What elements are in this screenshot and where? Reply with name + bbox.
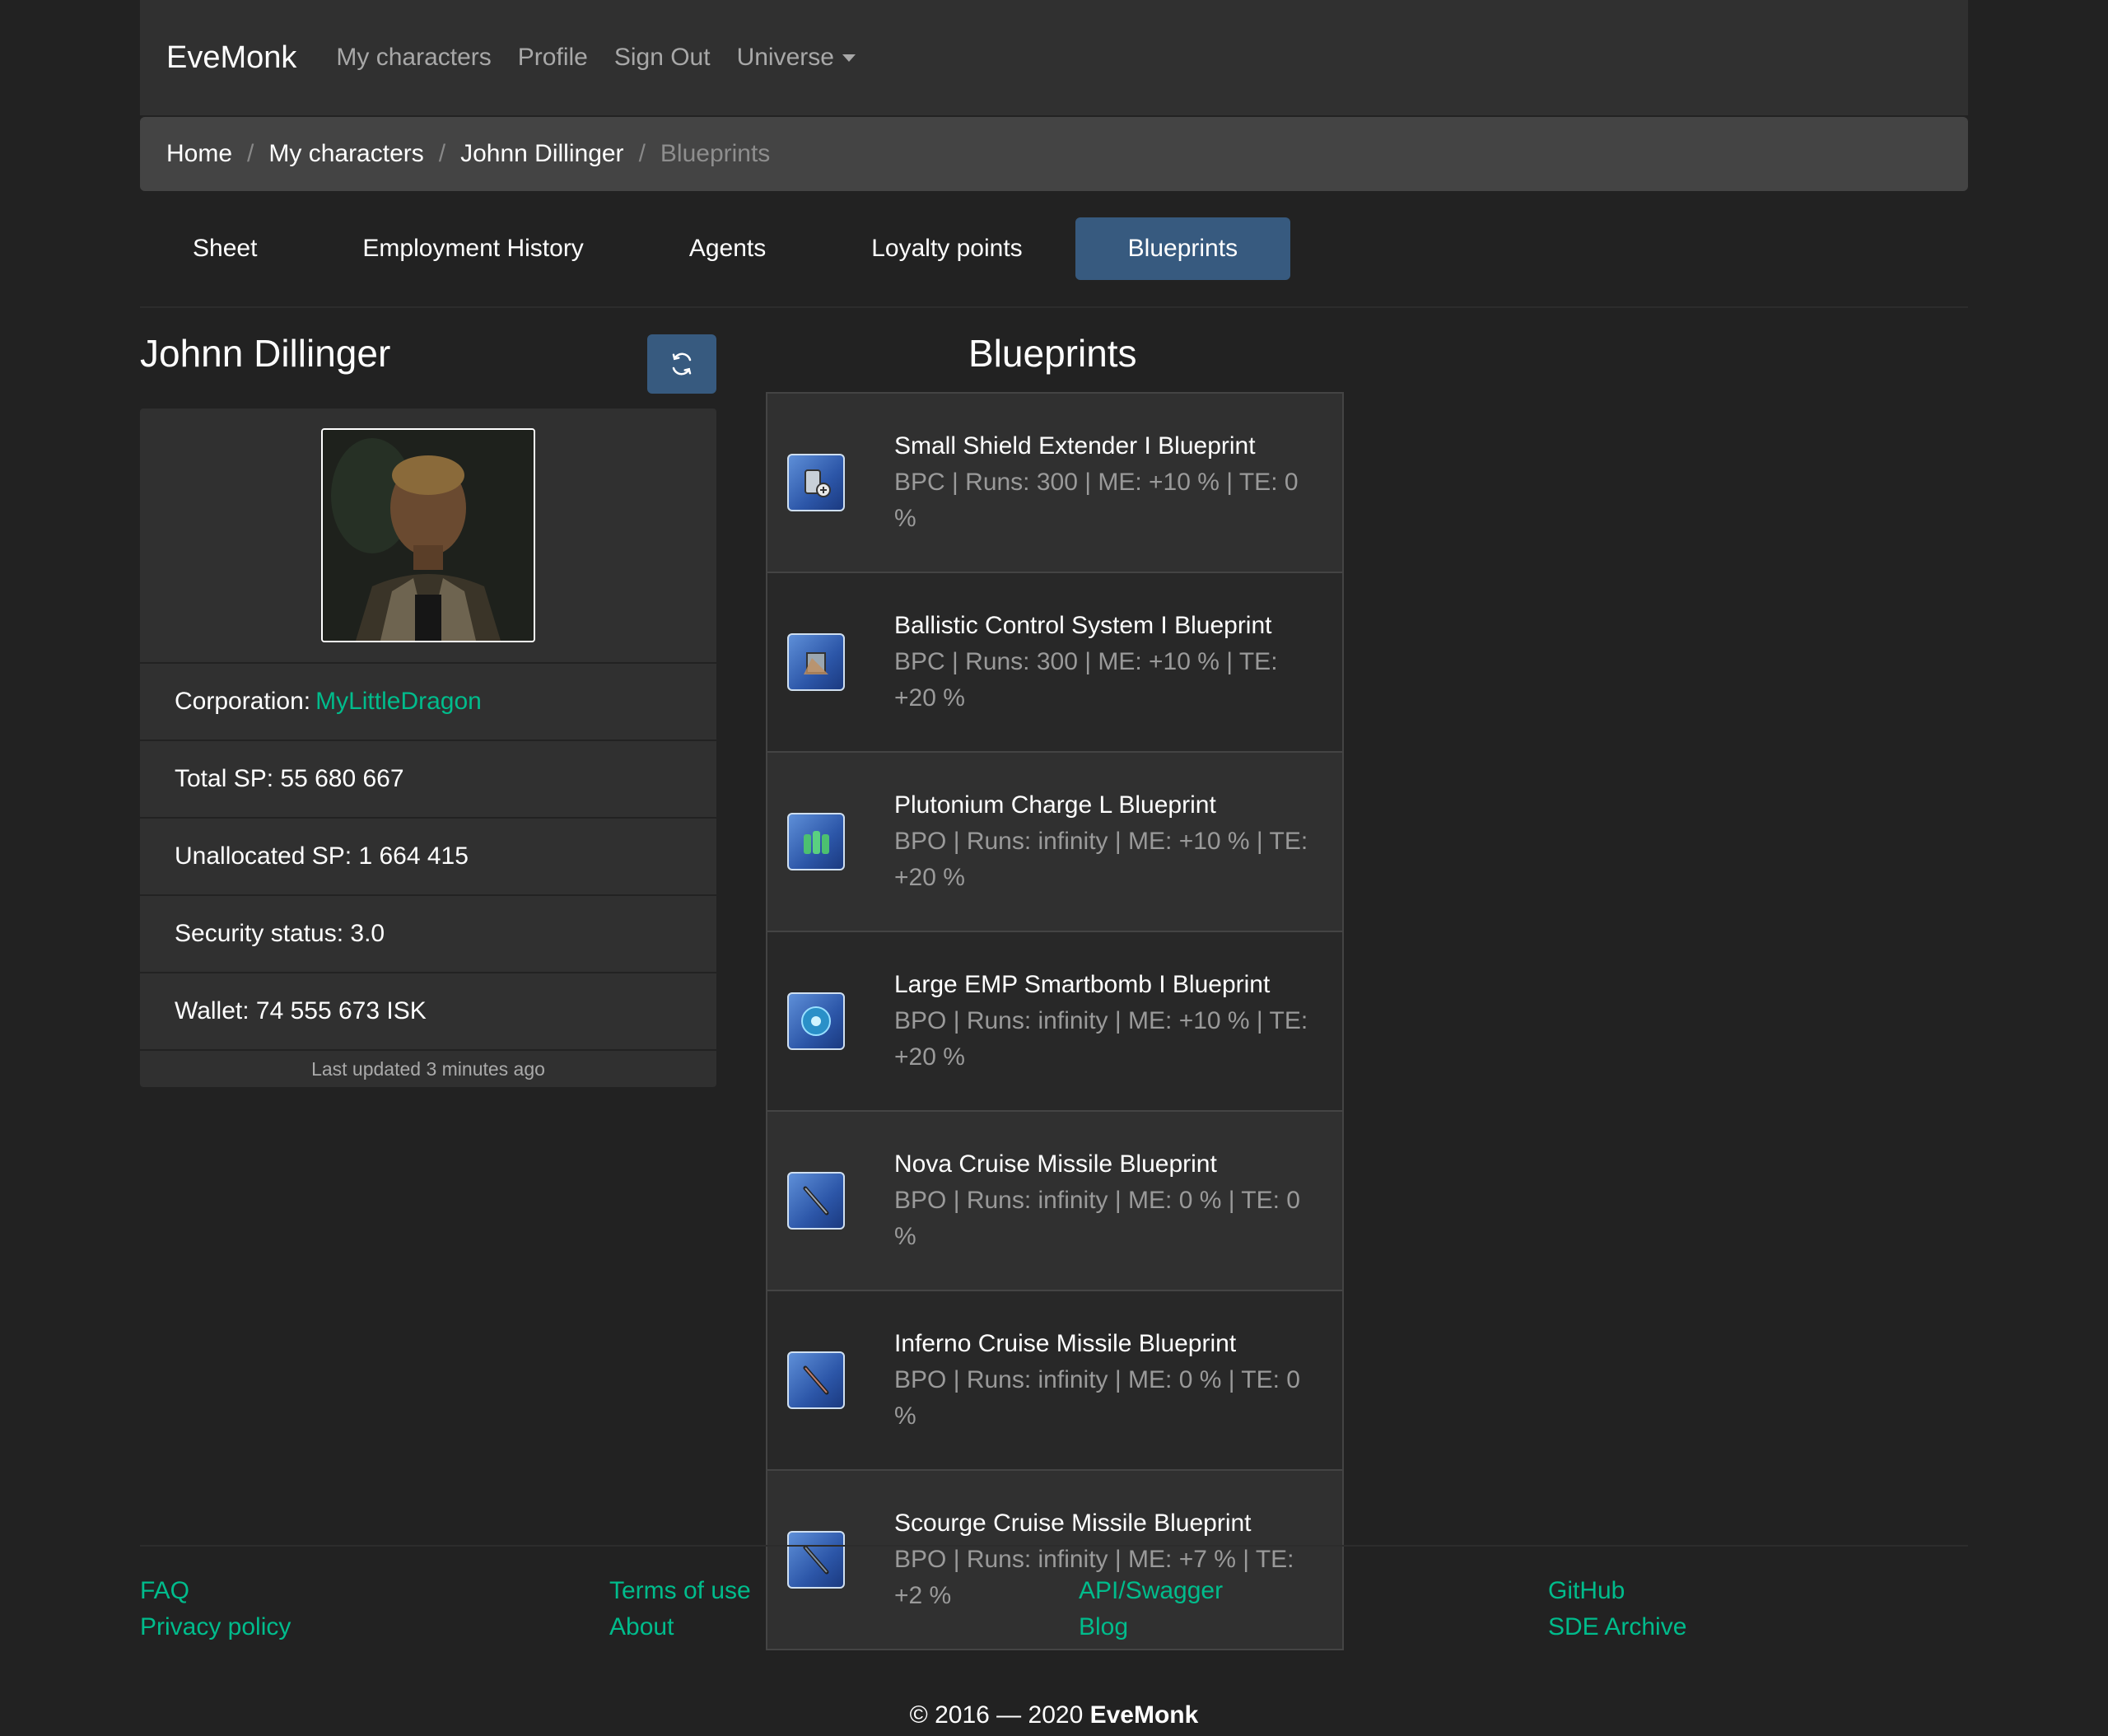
list-item: Nova Cruise Missile Blueprint BPO | Runs… bbox=[767, 1110, 1342, 1290]
character-card: Corporation: MyLittleDragon Total SP: 55… bbox=[140, 408, 716, 1087]
tab-sheet[interactable]: Sheet bbox=[140, 217, 310, 280]
blueprint-meta: BPO | Runs: infinity | ME: +10 % | TE: +… bbox=[894, 1007, 1308, 1071]
portrait-container bbox=[140, 408, 716, 662]
footer-link-api[interactable]: API/Swagger bbox=[1079, 1573, 1223, 1609]
list-item: Large EMP Smartbomb I Blueprint BPO | Ru… bbox=[767, 931, 1342, 1110]
tab-loyalty-points[interactable]: Loyalty points bbox=[818, 217, 1075, 280]
nav-universe-dropdown[interactable]: Universe bbox=[737, 44, 856, 72]
tabs-divider bbox=[140, 306, 1968, 308]
footer-column-1: FAQ Privacy policy bbox=[140, 1573, 291, 1645]
shield-extender-icon bbox=[787, 454, 845, 511]
footer-link-github[interactable]: GitHub bbox=[1548, 1573, 1686, 1609]
blueprints-title: Blueprints bbox=[968, 332, 1137, 375]
refresh-icon bbox=[672, 352, 692, 376]
brand-link[interactable]: EveMonk bbox=[166, 40, 296, 76]
blueprint-meta: BPC | Runs: 300 | ME: +10 % | TE: +20 % bbox=[894, 648, 1278, 712]
blueprint-name: Scourge Cruise Missile Blueprint bbox=[894, 1510, 1252, 1537]
copyright-brand: EveMonk bbox=[1089, 1701, 1199, 1729]
security-status-row: Security status: 3.0 bbox=[140, 894, 716, 972]
corporation-link[interactable]: MyLittleDragon bbox=[315, 688, 482, 716]
breadcrumb-current: Blueprints bbox=[660, 140, 771, 167]
unallocated-sp-row: Unallocated SP: 1 664 415 bbox=[140, 817, 716, 894]
plutonium-charge-icon bbox=[787, 813, 845, 870]
last-updated: Last updated 3 minutes ago bbox=[140, 1049, 716, 1087]
total-sp-row: Total SP: 55 680 667 bbox=[140, 740, 716, 817]
footer-link-blog[interactable]: Blog bbox=[1079, 1609, 1223, 1645]
footer-column-4: GitHub SDE Archive bbox=[1548, 1573, 1686, 1645]
cruise-missile-icon bbox=[787, 1172, 845, 1230]
blueprint-meta: BPO | Runs: infinity | ME: 0 % | TE: 0 % bbox=[894, 1366, 1300, 1430]
footer-column-2: Terms of use About bbox=[609, 1573, 751, 1645]
blueprint-meta: BPO | Runs: infinity | ME: 0 % | TE: 0 % bbox=[894, 1187, 1300, 1250]
blueprint-name: Ballistic Control System I Blueprint bbox=[894, 612, 1272, 639]
character-tabs: Sheet Employment History Agents Loyalty … bbox=[140, 217, 1291, 282]
refresh-button[interactable] bbox=[647, 334, 716, 394]
nav-universe-label: Universe bbox=[736, 44, 834, 71]
footer-column-3: API/Swagger Blog bbox=[1079, 1573, 1223, 1645]
breadcrumb-my-characters[interactable]: My characters bbox=[268, 140, 423, 168]
footer-link-terms[interactable]: Terms of use bbox=[609, 1573, 751, 1609]
blueprints-list: Small Shield Extender I Blueprint BPC | … bbox=[766, 392, 1344, 1650]
portrait-image bbox=[323, 430, 534, 641]
caret-down-icon bbox=[842, 54, 856, 62]
nav-sign-out[interactable]: Sign Out bbox=[614, 44, 711, 72]
footer-link-faq[interactable]: FAQ bbox=[140, 1573, 291, 1609]
footer-link-privacy[interactable]: Privacy policy bbox=[140, 1609, 291, 1645]
blueprint-name: Small Shield Extender I Blueprint bbox=[894, 432, 1256, 460]
navbar: EveMonk My characters Profile Sign Out U… bbox=[140, 0, 1968, 115]
cruise-missile-icon bbox=[787, 1351, 845, 1409]
breadcrumb-home[interactable]: Home bbox=[166, 140, 232, 168]
list-item: Small Shield Extender I Blueprint BPC | … bbox=[767, 394, 1342, 572]
copyright-prefix: © 2016 — 2020 bbox=[909, 1701, 1084, 1729]
blueprint-name: Inferno Cruise Missile Blueprint bbox=[894, 1330, 1237, 1357]
character-name: Johnn Dillinger bbox=[140, 332, 391, 375]
nav-profile[interactable]: Profile bbox=[518, 44, 588, 72]
copyright: © 2016 — 2020 EveMonk bbox=[140, 1701, 1968, 1729]
breadcrumb-separator: / bbox=[438, 140, 446, 167]
blueprint-meta: BPO | Runs: infinity | ME: +10 % | TE: +… bbox=[894, 828, 1308, 891]
blueprint-name: Nova Cruise Missile Blueprint bbox=[894, 1150, 1217, 1178]
blueprint-name: Plutonium Charge L Blueprint bbox=[894, 791, 1216, 819]
corporation-row: Corporation: MyLittleDragon bbox=[140, 662, 716, 740]
blueprint-name: Large EMP Smartbomb I Blueprint bbox=[894, 971, 1271, 998]
cruise-missile-icon bbox=[787, 1531, 845, 1589]
footer-link-sde-archive[interactable]: SDE Archive bbox=[1548, 1609, 1686, 1645]
corporation-label: Corporation: bbox=[175, 688, 311, 715]
footer-link-about[interactable]: About bbox=[609, 1609, 751, 1645]
tab-agents[interactable]: Agents bbox=[637, 217, 818, 280]
list-item: Scourge Cruise Missile Blueprint BPO | R… bbox=[767, 1469, 1342, 1649]
breadcrumb-separator: / bbox=[247, 140, 254, 167]
breadcrumb: Home / My characters / Johnn Dillinger /… bbox=[140, 117, 1968, 191]
tab-employment-history[interactable]: Employment History bbox=[310, 217, 636, 280]
nav-my-characters[interactable]: My characters bbox=[336, 44, 491, 72]
tab-blueprints[interactable]: Blueprints bbox=[1075, 217, 1291, 280]
breadcrumb-separator: / bbox=[638, 140, 646, 167]
blueprint-meta: BPC | Runs: 300 | ME: +10 % | TE: 0 % bbox=[894, 469, 1299, 532]
smartbomb-icon bbox=[787, 992, 845, 1050]
list-item: Inferno Cruise Missile Blueprint BPO | R… bbox=[767, 1290, 1342, 1469]
character-portrait bbox=[321, 428, 535, 642]
list-item: Ballistic Control System I Blueprint BPC… bbox=[767, 572, 1342, 751]
list-item: Plutonium Charge L Blueprint BPO | Runs:… bbox=[767, 751, 1342, 931]
wallet-row: Wallet: 74 555 673 ISK bbox=[140, 972, 716, 1049]
breadcrumb-character[interactable]: Johnn Dillinger bbox=[460, 140, 623, 168]
footer-divider bbox=[140, 1545, 1968, 1547]
ballistic-control-icon bbox=[787, 633, 845, 691]
